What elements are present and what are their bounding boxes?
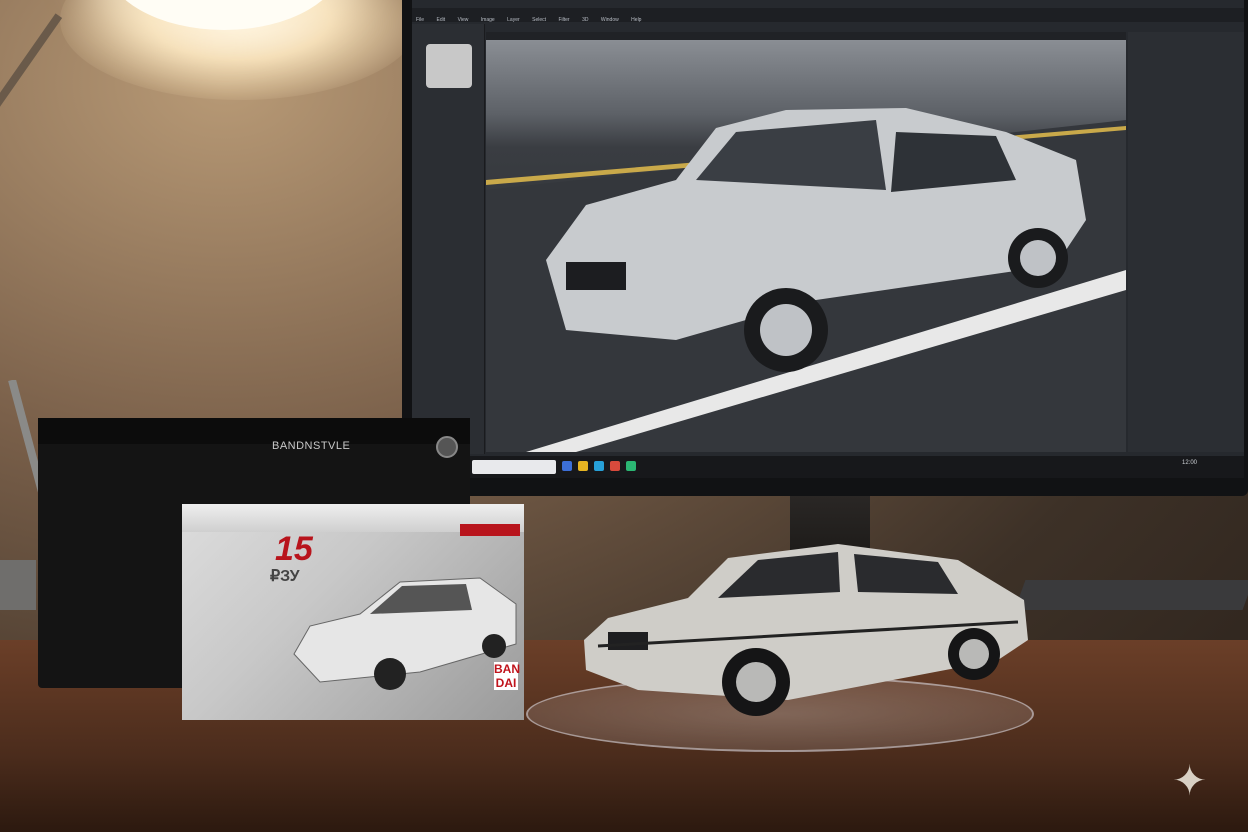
browser-icon[interactable] <box>594 461 604 471</box>
cutting-mat <box>1014 580 1248 610</box>
printer-top <box>38 418 470 444</box>
explorer-icon[interactable] <box>562 461 572 471</box>
app-menu-bar[interactable]: File Edit View Image Layer Select Filter… <box>412 8 1244 23</box>
model-car <box>584 544 1028 716</box>
car-render <box>486 108 1126 452</box>
folder-icon[interactable] <box>578 461 588 471</box>
menu-select[interactable]: Select <box>532 13 546 27</box>
taskbar-clock: 12:00 <box>1182 460 1198 466</box>
desk-lamp <box>0 380 40 610</box>
box-red-label <box>460 524 520 536</box>
lamp-arm <box>0 13 63 117</box>
app-icon-2[interactable] <box>626 461 636 471</box>
menu-3d[interactable]: 3D <box>582 13 588 27</box>
bandai-logo: BAN DAI <box>494 662 520 690</box>
printer-brand-label: BANDNSTVLE <box>272 440 351 452</box>
printer-power-button <box>436 436 458 458</box>
tools-panel[interactable] <box>412 24 485 454</box>
menu-layer[interactable]: Layer <box>507 13 520 27</box>
layers-panel[interactable] <box>1128 32 1244 452</box>
app-icon[interactable] <box>610 461 620 471</box>
canvas-viewport[interactable] <box>486 40 1126 452</box>
thumbnail <box>426 44 472 88</box>
sparkle-watermark-icon: ✦ <box>1172 757 1208 804</box>
menu-window[interactable]: Window <box>601 13 619 27</box>
taskbar-search-input[interactable] <box>472 460 556 474</box>
menu-help[interactable]: Help <box>631 13 641 27</box>
monitor-screen: File Edit View Image Layer Select Filter… <box>412 0 1244 478</box>
box-car-art <box>293 577 517 690</box>
menu-filter[interactable]: Filter <box>558 13 569 27</box>
